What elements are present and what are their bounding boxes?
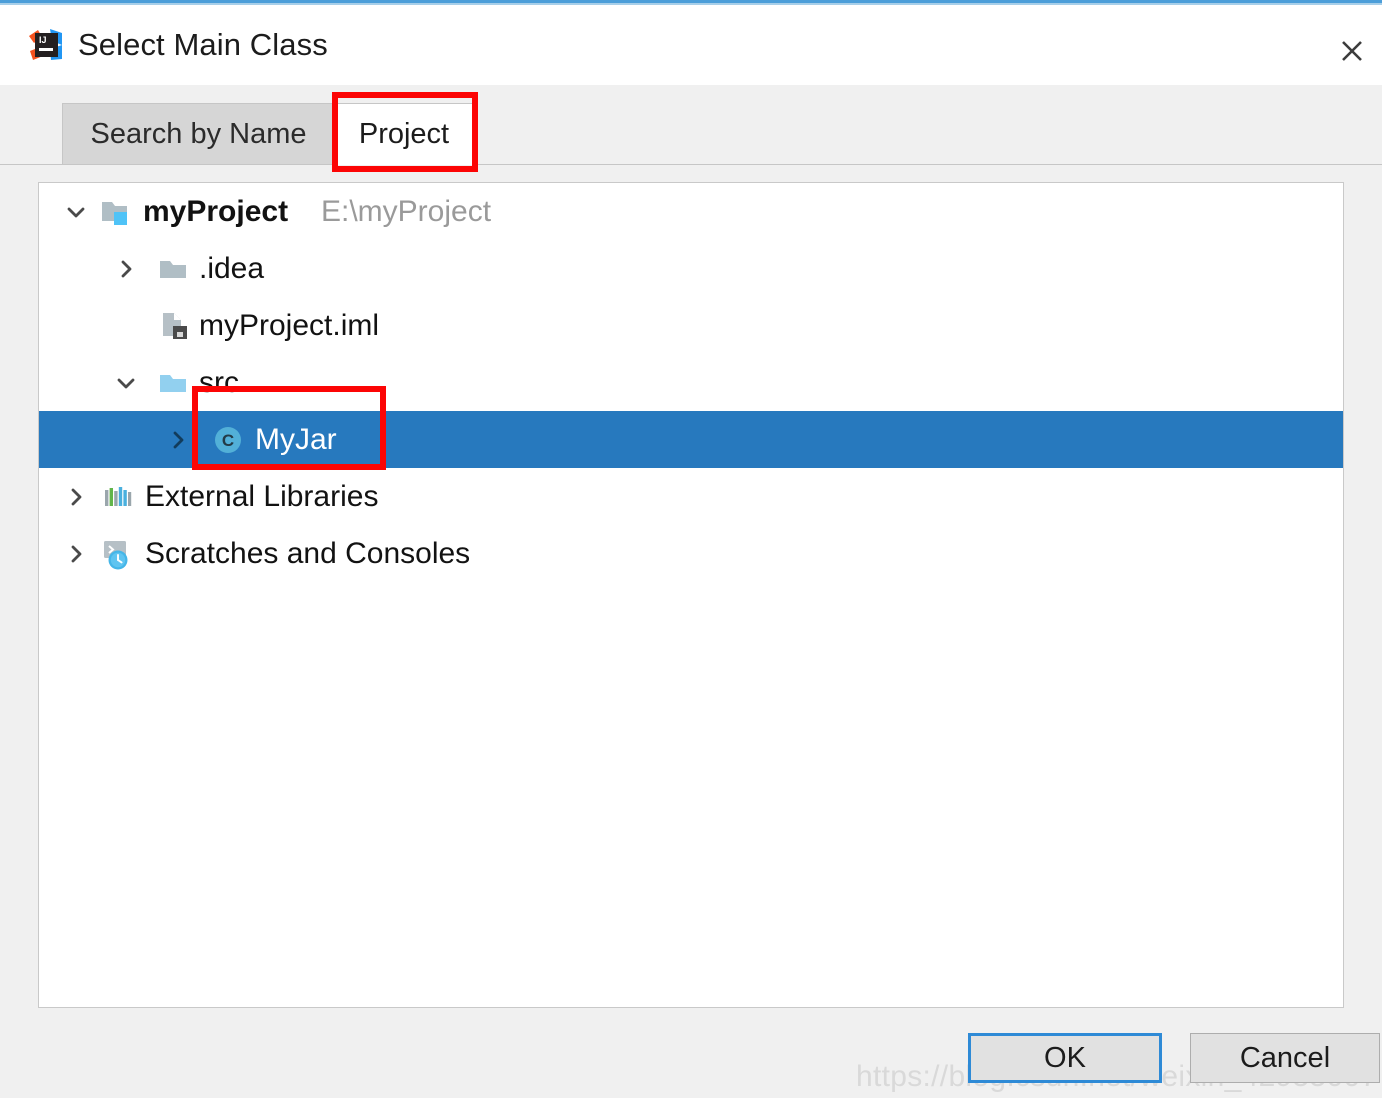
- tab-search-by-name[interactable]: Search by Name: [62, 103, 334, 165]
- tree-row[interactable]: myProject.iml: [39, 297, 1343, 354]
- scratches-consoles-icon: [101, 537, 135, 571]
- tree-node-label: myProject: [143, 194, 289, 228]
- chevron-right-icon[interactable]: [59, 480, 93, 514]
- tree-row[interactable]: myProject E:\myProject: [39, 183, 1343, 240]
- close-button[interactable]: [1332, 31, 1372, 71]
- tree-node-path: E:\myProject: [321, 194, 492, 228]
- tree-node-label: External Libraries: [145, 479, 379, 513]
- tree-node-label: Scratches and Consoles: [145, 536, 471, 570]
- chevron-down-icon[interactable]: [59, 195, 93, 229]
- chevron-right-icon[interactable]: [161, 423, 195, 457]
- chevron-right-icon[interactable]: [59, 537, 93, 571]
- cancel-button[interactable]: Cancel: [1190, 1033, 1380, 1083]
- chevron-right-icon[interactable]: [109, 252, 143, 286]
- select-main-class-dialog: IJ Select Main Class Search by Name Proj…: [0, 0, 1382, 1098]
- tree-node-label: src: [199, 365, 239, 399]
- intellij-idea-logo-icon: IJ: [28, 27, 64, 63]
- source-folder-icon: [157, 366, 191, 400]
- tree-row[interactable]: .idea: [39, 240, 1343, 297]
- tree-row[interactable]: External Libraries: [39, 468, 1343, 525]
- tree-node-label: MyJar: [255, 422, 337, 456]
- ok-button[interactable]: OK: [968, 1033, 1162, 1083]
- dialog-title: Select Main Class: [78, 27, 328, 62]
- external-libraries-icon: [101, 480, 135, 514]
- project-tree-panel[interactable]: myProject E:\myProject .idea myProject.i…: [38, 182, 1344, 1008]
- svg-text:C: C: [222, 431, 234, 450]
- svg-text:IJ: IJ: [39, 35, 47, 45]
- title-bar: IJ Select Main Class: [0, 5, 1382, 85]
- close-icon: [1342, 41, 1362, 61]
- java-class-icon: C: [211, 423, 245, 457]
- tab-project[interactable]: Project: [334, 103, 474, 165]
- tree-row[interactable]: Scratches and Consoles: [39, 525, 1343, 582]
- tree-node-label: .idea: [199, 251, 265, 285]
- module-folder-icon: [99, 195, 133, 229]
- folder-icon: [157, 252, 191, 286]
- tab-strip: Search by Name Project: [0, 85, 1382, 180]
- tree-row[interactable]: src: [39, 354, 1343, 411]
- tree-node-label: myProject.iml: [199, 308, 380, 342]
- iml-file-icon: [157, 309, 191, 343]
- chevron-down-icon[interactable]: [109, 366, 143, 400]
- tree-row-selected[interactable]: C MyJar: [39, 411, 1343, 468]
